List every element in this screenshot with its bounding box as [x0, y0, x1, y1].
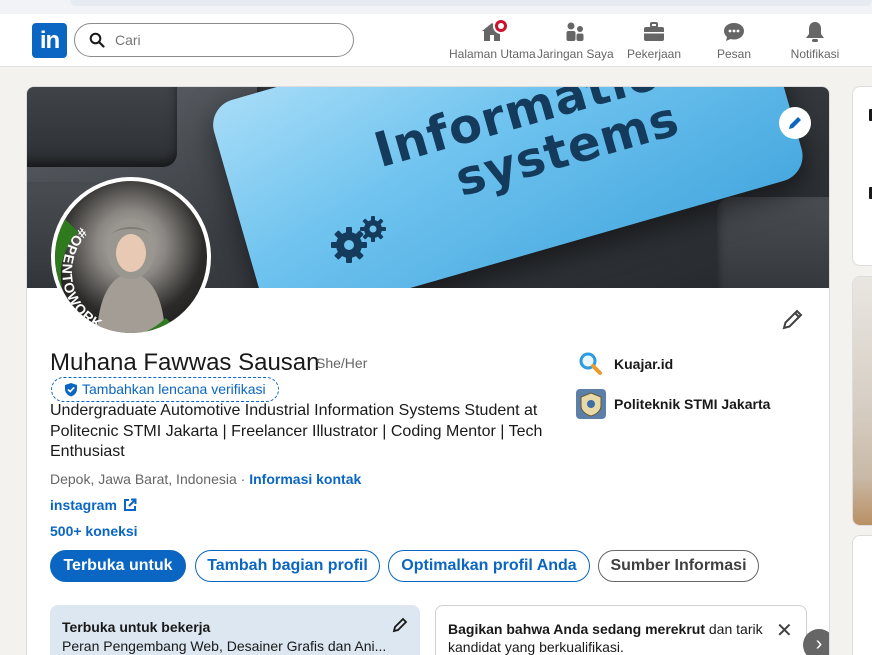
verify-label: Tambahkan lencana verifikasi: [82, 381, 266, 397]
bell-icon: [806, 22, 824, 42]
website-link[interactable]: instagram: [50, 497, 137, 513]
nav-item-network[interactable]: Jaringan Saya: [537, 20, 614, 64]
message-icon: [724, 23, 744, 41]
nav-item-home[interactable]: Halaman Utama: [449, 18, 536, 64]
notification-dot: [493, 18, 509, 34]
connections-link[interactable]: 500+ koneksi: [50, 523, 138, 539]
magnifier-logo-icon: [579, 352, 602, 375]
gears-icon: [331, 216, 386, 263]
nav-label-jobs: Pekerjaan: [626, 47, 682, 61]
location-text: Depok, Jawa Barat, Indonesia: [50, 471, 237, 487]
nav-label-messaging: Pesan: [716, 47, 752, 61]
shield-check-icon: [65, 383, 77, 397]
profile-headline: Undergraduate Automotive Industrial Info…: [50, 402, 543, 460]
network-icon: [566, 22, 584, 41]
open-to-button[interactable]: Terbuka untuk: [50, 550, 186, 582]
resources-button[interactable]: Sumber Informasi: [598, 550, 759, 582]
nav-item-jobs[interactable]: Pekerjaan: [624, 20, 684, 64]
side-card-suggestions: [852, 535, 872, 655]
website-label: instagram: [50, 497, 117, 513]
linkedin-logo-icon[interactable]: in: [32, 23, 67, 58]
open-to-work-card[interactable]: Terbuka untuk bekerja Peran Pengembang W…: [50, 605, 420, 655]
side-card-profile-language: [852, 86, 872, 266]
add-profile-section-button[interactable]: Tambah bagian profil: [195, 550, 380, 582]
optimize-profile-button[interactable]: Optimalkan profil Anda: [388, 550, 590, 582]
org-name: Politeknik STMI Jakarta: [614, 396, 771, 412]
org-name: Kuajar.id: [614, 356, 674, 372]
nav-item-notifications[interactable]: Notifikasi: [786, 20, 844, 64]
pencil-icon[interactable]: [392, 617, 408, 633]
nav-label-home: Halaman Utama: [449, 47, 536, 61]
ad-image: [853, 277, 872, 525]
contact-info-link[interactable]: Informasi kontak: [249, 471, 361, 487]
nav-label-network: Jaringan Saya: [537, 47, 614, 61]
profile-location: Depok, Jawa Barat, Indonesia · Informasi…: [50, 471, 361, 487]
open-to-work-title: Terbuka untuk bekerja: [62, 619, 211, 635]
opentowork-frame: #OPENTOWORK: [55, 213, 182, 333]
hiring-text: Bagikan bahwa Anda sedang merekrut dan t…: [448, 620, 768, 655]
edit-banner-button[interactable]: [779, 107, 811, 139]
add-verification-badge-button[interactable]: Tambahkan lencana verifikasi: [51, 377, 279, 402]
keyboard-key: [717, 197, 829, 288]
search-icon: [89, 32, 105, 48]
nav-label-notifications: Notifikasi: [790, 47, 840, 61]
briefcase-icon: [644, 22, 664, 41]
edit-intro-button[interactable]: [781, 307, 809, 335]
close-icon[interactable]: ✕: [776, 618, 793, 643]
pencil-icon: [782, 309, 803, 330]
carousel-next-button[interactable]: ›: [803, 629, 829, 655]
school-crest-logo-icon: [576, 389, 606, 419]
search-box[interactable]: [74, 23, 354, 57]
profile-photo[interactable]: #OPENTOWORK: [51, 177, 211, 337]
browser-address-edge: [70, 0, 872, 6]
profile-card: Information systems #OPENTOWORK Muhana F…: [26, 86, 830, 655]
browser-top-strip: [0, 0, 872, 14]
keyboard-key: [27, 87, 177, 167]
nav-item-messaging[interactable]: Pesan: [705, 20, 763, 64]
location-separator: ·: [240, 471, 246, 487]
global-nav: in Halaman Utama Jaringan Saya Pekerjaan…: [0, 14, 872, 67]
avatar: #OPENTOWORK: [55, 181, 207, 333]
profile-pronoun: She/Her: [316, 355, 368, 371]
side-card-ad[interactable]: [852, 276, 872, 526]
pencil-icon: [789, 117, 801, 129]
external-link-icon: [123, 498, 137, 511]
search-input[interactable]: [115, 30, 335, 50]
profile-name: Muhana Fawwas Sausan: [50, 349, 320, 376]
open-to-work-roles: Peran Pengembang Web, Desainer Grafis da…: [62, 638, 387, 654]
hiring-card[interactable]: Bagikan bahwa Anda sedang merekrut dan t…: [435, 605, 807, 655]
hiring-text-bold: Bagikan bahwa Anda sedang merekrut: [448, 621, 705, 637]
